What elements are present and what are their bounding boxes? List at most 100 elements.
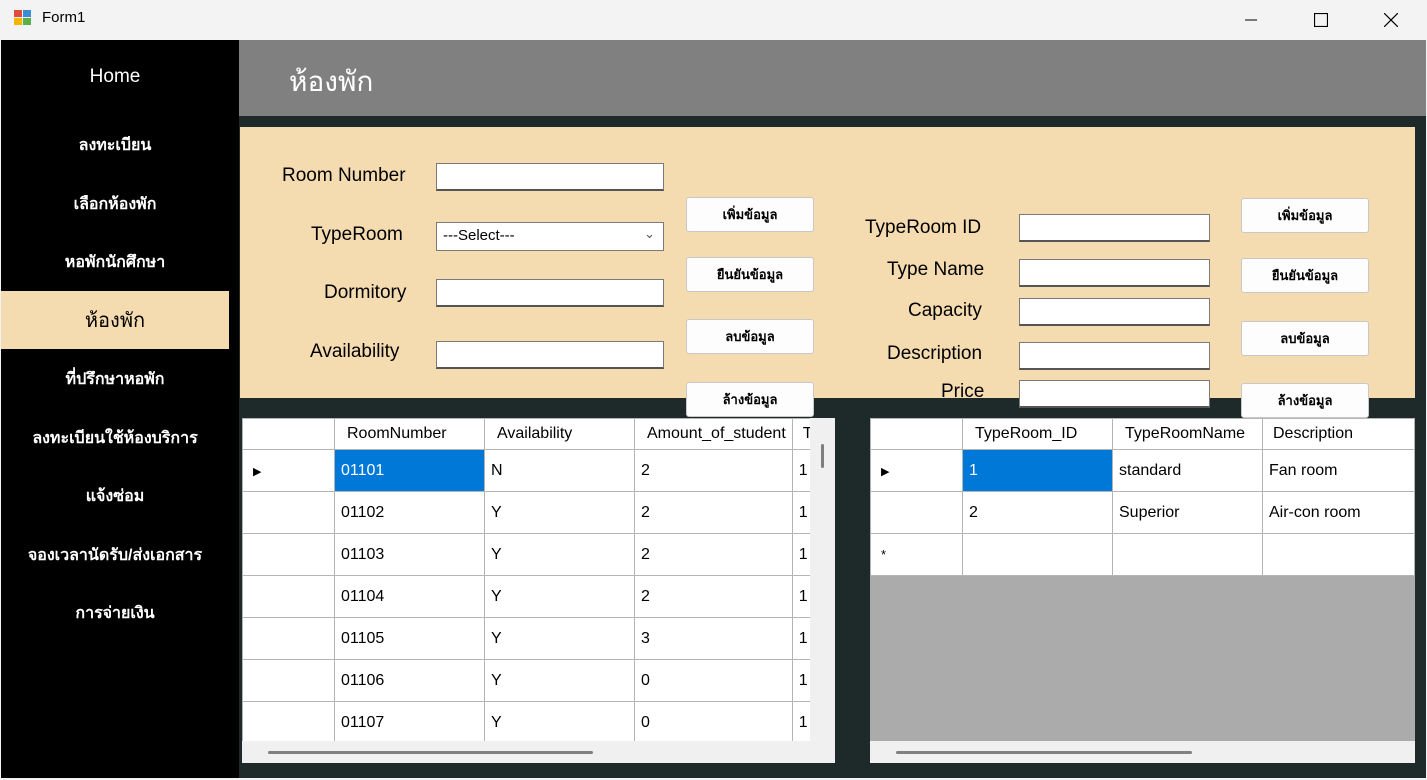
- column-header[interactable]: Description: [1262, 418, 1415, 450]
- maximize-button[interactable]: [1286, 0, 1356, 40]
- table-cell[interactable]: 0: [634, 659, 793, 702]
- table-row[interactable]: 01107 Y 0 1: [242, 701, 827, 744]
- table-cell[interactable]: Y: [484, 491, 635, 534]
- column-header[interactable]: Availability: [484, 418, 635, 450]
- room-number-field[interactable]: [436, 163, 664, 191]
- table-cell[interactable]: Y: [484, 659, 635, 702]
- sidebar-item-document-booking[interactable]: จองเวลานัดรับ/ส่งเอกสาร: [1, 526, 229, 584]
- row-header[interactable]: [242, 575, 335, 618]
- table-cell[interactable]: Superior: [1112, 491, 1263, 534]
- row-header[interactable]: [242, 533, 335, 576]
- table-row[interactable]: 01106 Y 0 1: [242, 659, 827, 702]
- table-cell[interactable]: 3: [634, 617, 793, 660]
- sidebar-item-service-room[interactable]: ลงทะเบียนใช้ห้องบริการ: [1, 409, 229, 467]
- maximize-icon: [1314, 13, 1328, 27]
- sidebar-item-advisor[interactable]: ที่ปรึกษาหอพัก: [1, 350, 229, 408]
- table-cell[interactable]: standard: [1112, 449, 1263, 492]
- sidebar-item-register[interactable]: ลงทะเบียน: [1, 116, 229, 174]
- room-confirm-button[interactable]: ยืนยันข้อมูล: [686, 257, 814, 292]
- horizontal-scroll-thumb[interactable]: [268, 751, 593, 754]
- table-cell[interactable]: 2: [634, 533, 793, 576]
- row-header[interactable]: *: [870, 533, 963, 576]
- table-cell[interactable]: 2: [634, 449, 793, 492]
- horizontal-scrollbar[interactable]: [242, 741, 835, 763]
- vertical-scrollbar[interactable]: [810, 418, 835, 741]
- typeroom-id-field[interactable]: [1019, 214, 1210, 242]
- horizontal-scrollbar[interactable]: [870, 741, 1415, 763]
- sidebar-item-home[interactable]: Home: [1, 48, 229, 106]
- table-row[interactable]: 2 Superior Air-con room: [870, 491, 1415, 534]
- table-row[interactable]: 01103 Y 2 1: [242, 533, 827, 576]
- typerooms-grid[interactable]: TypeRoom_ID TypeRoomName Description ▶ 1…: [870, 418, 1415, 763]
- table-cell[interactable]: 2: [962, 491, 1113, 534]
- row-header[interactable]: ▶: [242, 449, 335, 492]
- table-cell[interactable]: N: [484, 449, 635, 492]
- table-cell[interactable]: [1112, 533, 1263, 576]
- row-header[interactable]: [870, 491, 963, 534]
- capacity-field[interactable]: [1019, 298, 1210, 326]
- column-header[interactable]: TypeRoom_ID: [962, 418, 1113, 450]
- row-header[interactable]: ▶: [870, 449, 963, 492]
- row-header[interactable]: [242, 701, 335, 744]
- sidebar-item-repair[interactable]: แจ้งซ่อม: [1, 467, 229, 525]
- table-cell[interactable]: 0: [634, 701, 793, 744]
- window-title: Form1: [42, 9, 86, 26]
- table-cell[interactable]: [962, 533, 1113, 576]
- sidebar-item-payment[interactable]: การจ่ายเงิน: [1, 584, 229, 642]
- app-icon: [14, 10, 32, 26]
- row-header-corner: [242, 418, 335, 450]
- new-row-asterisk-icon: *: [881, 546, 887, 562]
- room-clear-button[interactable]: ล้างข้อมูล: [686, 382, 814, 417]
- table-row[interactable]: 01102 Y 2 1: [242, 491, 827, 534]
- typeroom-confirm-button[interactable]: ยืนยันข้อมูล: [1241, 258, 1369, 293]
- current-row-arrow-icon: ▶: [881, 465, 890, 478]
- row-header[interactable]: [242, 491, 335, 534]
- table-cell[interactable]: 01102: [334, 491, 485, 534]
- table-cell[interactable]: 01103: [334, 533, 485, 576]
- availability-field[interactable]: [436, 341, 664, 369]
- table-cell[interactable]: 01101: [334, 449, 485, 492]
- price-field[interactable]: [1019, 380, 1210, 408]
- table-cell[interactable]: 1: [962, 449, 1113, 492]
- horizontal-scroll-thumb[interactable]: [896, 751, 1192, 754]
- table-row[interactable]: ▶ 01101 N 2 1: [242, 449, 827, 492]
- room-delete-button[interactable]: ลบข้อมูล: [686, 319, 814, 354]
- new-table-row[interactable]: *: [870, 533, 1415, 576]
- table-cell[interactable]: [1262, 533, 1415, 576]
- sidebar-item-dormitory[interactable]: หอพักนักศึกษา: [1, 233, 229, 291]
- table-cell[interactable]: 01104: [334, 575, 485, 618]
- row-header[interactable]: [242, 659, 335, 702]
- table-cell[interactable]: 01107: [334, 701, 485, 744]
- table-cell[interactable]: 2: [634, 491, 793, 534]
- column-header[interactable]: RoomNumber: [334, 418, 485, 450]
- rooms-grid[interactable]: RoomNumber Availability Amount_of_studen…: [242, 418, 835, 763]
- close-button[interactable]: [1356, 0, 1426, 40]
- table-cell[interactable]: 01106: [334, 659, 485, 702]
- typeroom-select[interactable]: ---Select--- ⌄: [436, 222, 664, 251]
- vertical-scroll-thumb[interactable]: [821, 444, 824, 468]
- table-row[interactable]: 01105 Y 3 1: [242, 617, 827, 660]
- description-field[interactable]: [1019, 342, 1210, 370]
- table-cell[interactable]: Air-con room: [1262, 491, 1415, 534]
- typeroom-add-button[interactable]: เพิ่มข้อมูล: [1241, 198, 1369, 233]
- minimize-button[interactable]: [1216, 0, 1286, 40]
- table-cell[interactable]: 01105: [334, 617, 485, 660]
- table-cell[interactable]: 2: [634, 575, 793, 618]
- table-cell[interactable]: Y: [484, 701, 635, 744]
- table-cell[interactable]: Y: [484, 533, 635, 576]
- room-add-button[interactable]: เพิ่มข้อมูล: [686, 197, 814, 232]
- column-header[interactable]: TypeRoomName: [1112, 418, 1263, 450]
- type-name-field[interactable]: [1019, 259, 1210, 287]
- column-header[interactable]: Amount_of_student: [634, 418, 793, 450]
- table-row[interactable]: ▶ 1 standard Fan room: [870, 449, 1415, 492]
- typeroom-delete-button[interactable]: ลบข้อมูล: [1241, 321, 1369, 356]
- sidebar-item-select-room[interactable]: เลือกห้องพัก: [1, 175, 229, 233]
- table-row[interactable]: 01104 Y 2 1: [242, 575, 827, 618]
- row-header[interactable]: [242, 617, 335, 660]
- table-cell[interactable]: Fan room: [1262, 449, 1415, 492]
- sidebar-item-room[interactable]: ห้องพัก: [1, 291, 229, 349]
- typeroom-clear-button[interactable]: ล้างข้อมูล: [1241, 383, 1369, 418]
- table-cell[interactable]: Y: [484, 575, 635, 618]
- table-cell[interactable]: Y: [484, 617, 635, 660]
- dormitory-field[interactable]: [436, 279, 664, 307]
